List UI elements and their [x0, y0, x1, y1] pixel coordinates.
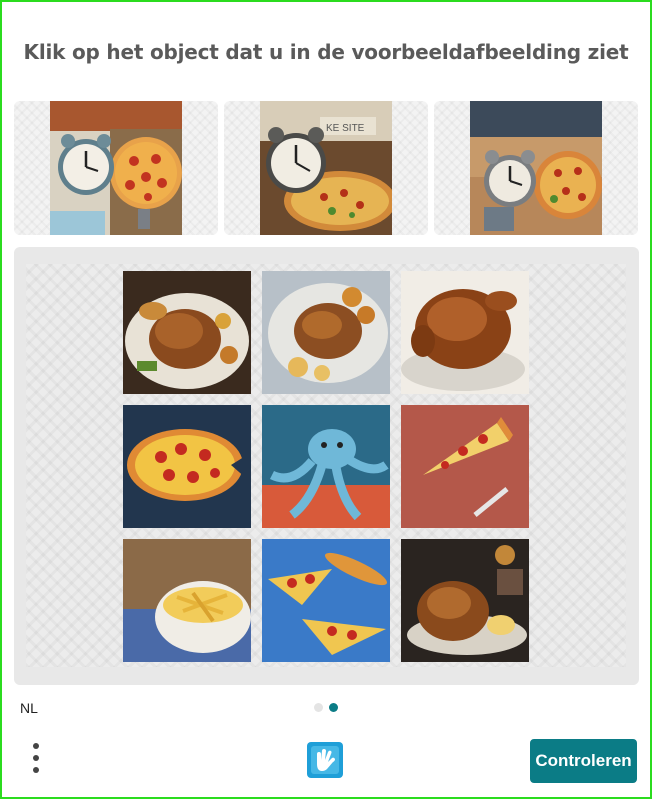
tile-roast-chicken-2[interactable] — [262, 271, 390, 394]
verify-button[interactable]: Controleren — [530, 739, 637, 783]
tile-pizza-slices[interactable] — [262, 539, 390, 662]
example-image-clock-pizza-3 — [470, 101, 602, 235]
pagination-dot-1 — [314, 703, 323, 712]
tile-pizza[interactable] — [123, 405, 251, 528]
svg-text:KE SITE: KE SITE — [326, 123, 365, 134]
challenge-prompt: Klik op het object dat u in de voorbeeld… — [23, 40, 629, 64]
tile-pizza-slice[interactable] — [401, 405, 529, 528]
tile-fries[interactable] — [123, 539, 251, 662]
challenge-grid — [26, 264, 626, 667]
example-image-clock-pizza-2: KE SITE — [260, 101, 392, 235]
language-selector[interactable]: NL — [20, 700, 38, 716]
example-card-1 — [14, 101, 218, 235]
example-images: KE SITE — [14, 101, 638, 235]
pagination-dot-2-active — [329, 703, 338, 712]
tile-roast-chicken-3[interactable] — [401, 271, 529, 394]
tile-roast-chicken-1[interactable] — [123, 271, 251, 394]
tile-roast-chicken-4[interactable] — [401, 539, 529, 662]
example-card-2: KE SITE — [224, 101, 428, 235]
example-image-clock-pizza-1 — [50, 101, 182, 235]
example-card-3 — [434, 101, 638, 235]
tile-octopus[interactable] — [262, 405, 390, 528]
hand-logo-icon[interactable] — [303, 738, 347, 782]
challenge-grid-panel — [14, 247, 639, 685]
more-vertical-icon[interactable] — [28, 743, 44, 777]
